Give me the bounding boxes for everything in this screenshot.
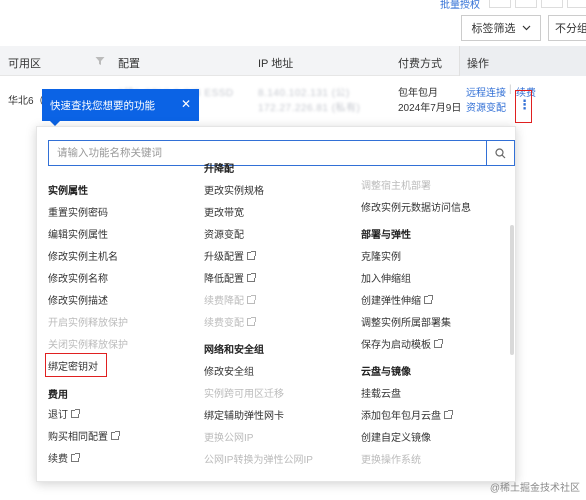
menu-item-upgrade[interactable]: 升级配置 — [204, 248, 256, 263]
resource-change-link[interactable]: 资源变配 — [466, 99, 506, 114]
menu-item-change-bandwidth[interactable]: 更改带宽 — [204, 204, 244, 219]
chevron-down-icon — [522, 25, 530, 31]
top-link[interactable]: 批量授权 — [440, 0, 480, 11]
menu-item-disable-release-protection: 关闭实例释放保护 — [48, 340, 128, 351]
row-expiry-date: 2024年7月9日 — [398, 103, 462, 114]
menu-item-change-public-ip: 更换公网IP — [204, 433, 254, 444]
menu-item-unsubscribe-label: 退订 — [48, 410, 68, 421]
menu-item-renew[interactable]: 续费 — [48, 450, 80, 465]
highlight-bind-keypair — [45, 353, 107, 377]
menu-item-create-auto-scaling-label: 创建弹性伸缩 — [361, 296, 421, 307]
header-billing: 付费方式 — [398, 58, 442, 70]
search-button[interactable] — [486, 141, 514, 165]
external-link-icon — [247, 294, 256, 304]
menu-item-change-spec[interactable]: 更改实例规格 — [204, 182, 264, 197]
section-network-security: 网络和安全组 — [204, 345, 264, 356]
group-select[interactable]: 不分组 — [548, 15, 586, 41]
menu-item-change-os: 更换操作系统 — [361, 455, 421, 466]
menu-item-renew-downgrade: 续费降配 — [204, 292, 256, 307]
menu-item-add-subscription-disk[interactable]: 添加包年包月云盘 — [361, 407, 453, 422]
feature-search-tooltip: 快速查找您想要的功能 ✕ — [42, 89, 199, 126]
menu-item-save-launch-template[interactable]: 保存为启动模板 — [361, 336, 443, 351]
row-region: 华北6（ — [8, 96, 44, 107]
toolbar-button-2[interactable] — [515, 0, 537, 8]
menu-item-buy-same-config[interactable]: 购买相同配置 — [48, 428, 120, 443]
menu-item-add-subscription-disk-label: 添加包年包月云盘 — [361, 411, 441, 422]
panel-scrollbar[interactable] — [510, 225, 514, 355]
tag-filter-button[interactable]: 标签筛选 — [461, 15, 541, 41]
external-link-icon — [247, 250, 256, 260]
menu-item-upgrade-label: 升级配置 — [204, 252, 244, 263]
group-select-label: 不分组 — [555, 23, 586, 35]
header-config: 配置 — [118, 58, 140, 70]
feature-search-box — [48, 140, 515, 166]
highlight-more-button — [515, 90, 532, 123]
menu-item-modify-name[interactable]: 修改实例名称 — [48, 270, 108, 285]
menu-item-reset-password[interactable]: 重置实例密码 — [48, 204, 108, 219]
menu-item-join-scaling-group[interactable]: 加入伸缩组 — [361, 270, 411, 285]
header-ops: 操作 — [467, 58, 489, 70]
menu-item-downgrade[interactable]: 降低配置 — [204, 270, 256, 285]
toolbar-button-3[interactable] — [541, 0, 563, 8]
menu-item-unsubscribe[interactable]: 退订 — [48, 406, 80, 421]
header-ip: IP 地址 — [258, 58, 294, 70]
menu-item-enable-release-protection: 开启实例释放保护 — [48, 318, 128, 329]
menu-item-resource-change[interactable]: 资源变配 — [204, 226, 244, 241]
menu-item-create-auto-scaling[interactable]: 创建弹性伸缩 — [361, 292, 433, 307]
menu-item-renew-change-label: 续费变配 — [204, 318, 244, 329]
close-icon[interactable]: ✕ — [181, 97, 191, 111]
section-billing: 费用 — [48, 390, 68, 401]
menu-item-buy-same-config-label: 购买相同配置 — [48, 432, 108, 443]
menu-item-downgrade-label: 降低配置 — [204, 274, 244, 285]
menu-item-adjust-deployment-set[interactable]: 调整实例所属部署集 — [361, 314, 451, 329]
more-actions-panel: 实例属性 重置实例密码 编辑实例属性 修改实例主机名 修改实例名称 修改实例描述… — [36, 126, 516, 482]
menu-item-edit-attributes[interactable]: 编辑实例属性 — [48, 226, 108, 241]
menu-item-bind-secondary-eni[interactable]: 绑定辅助弹性网卡 — [204, 407, 284, 422]
external-link-icon — [71, 452, 80, 462]
external-link-icon — [247, 272, 256, 282]
external-link-icon — [434, 338, 443, 348]
toolbar-button-4[interactable] — [567, 0, 586, 8]
menu-item-renew-label: 续费 — [48, 454, 68, 465]
external-link-icon — [111, 430, 120, 440]
menu-item-modify-hostname[interactable]: 修改实例主机名 — [48, 248, 118, 263]
menu-item-modify-security-group[interactable]: 修改安全组 — [204, 363, 254, 378]
row-ip-private: 172.27.226.81 (私有) — [258, 103, 361, 114]
menu-item-adjust-host-deploy: 调整宿主机部署 — [361, 181, 431, 192]
menu-item-renew-change: 续费变配 — [204, 314, 256, 329]
external-link-icon — [424, 294, 433, 304]
filter-icon[interactable] — [95, 56, 105, 66]
menu-item-clone-instance[interactable]: 克隆实例 — [361, 248, 401, 263]
tag-filter-label: 标签筛选 — [471, 23, 516, 35]
menu-item-attach-disk[interactable]: 挂载云盘 — [361, 385, 401, 400]
header-ops-cell: 操作 — [459, 46, 586, 76]
menu-item-renew-downgrade-label: 续费降配 — [204, 296, 244, 307]
menu-item-cross-zone-migration: 实例跨可用区迁移 — [204, 389, 284, 400]
watermark: @稀土掘金技术社区 — [489, 483, 580, 494]
menu-item-modify-description[interactable]: 修改实例描述 — [48, 292, 108, 307]
toolbar-button-1[interactable] — [489, 0, 511, 8]
ops-divider: | — [509, 84, 512, 95]
menu-item-save-launch-template-label: 保存为启动模板 — [361, 340, 431, 351]
external-link-icon — [71, 408, 80, 418]
section-upgrade-partial: 升降配 — [204, 164, 234, 175]
search-icon — [495, 147, 506, 158]
external-link-icon — [444, 409, 453, 419]
menu-item-modify-metadata-access[interactable]: 修改实例元数据访问信息 — [361, 199, 471, 214]
remote-connect-link[interactable]: 远程连接 — [466, 84, 506, 99]
section-disk-image: 云盘与镜像 — [361, 367, 411, 378]
section-deploy-elastic: 部署与弹性 — [361, 230, 411, 241]
header-region: 可用区 — [8, 58, 41, 70]
section-instance-attributes: 实例属性 — [48, 186, 88, 197]
row-billing-type: 包年包月 — [398, 88, 438, 99]
menu-item-convert-eip: 公网IP转换为弹性公网IP — [204, 455, 313, 466]
feature-search-input[interactable] — [49, 141, 486, 165]
menu-item-create-custom-image[interactable]: 创建自定义镜像 — [361, 429, 431, 444]
row-ip-public: 8.140.102.131 (公) — [258, 88, 350, 99]
table-header: 可用区 配置 IP 地址 付费方式 操作 — [0, 46, 586, 76]
external-link-icon — [247, 316, 256, 326]
tooltip-text: 快速查找您想要的功能 — [50, 99, 155, 112]
